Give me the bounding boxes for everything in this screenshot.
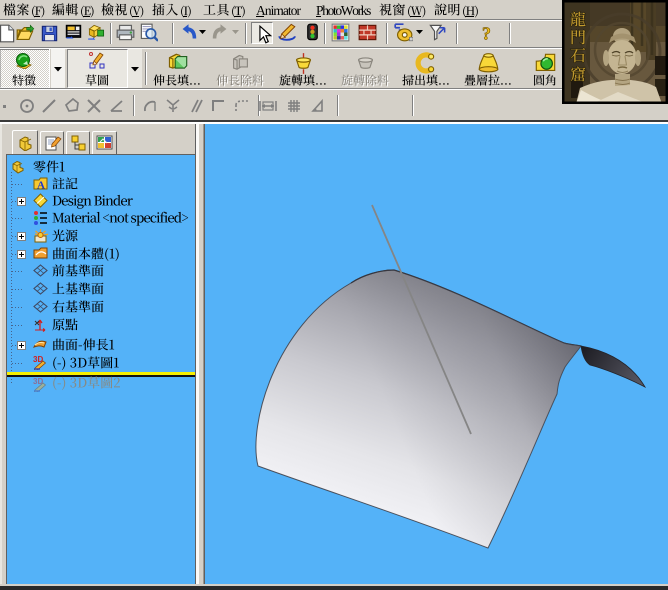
svg-text:A: A xyxy=(37,180,45,192)
svg-text:?: ? xyxy=(482,24,491,42)
